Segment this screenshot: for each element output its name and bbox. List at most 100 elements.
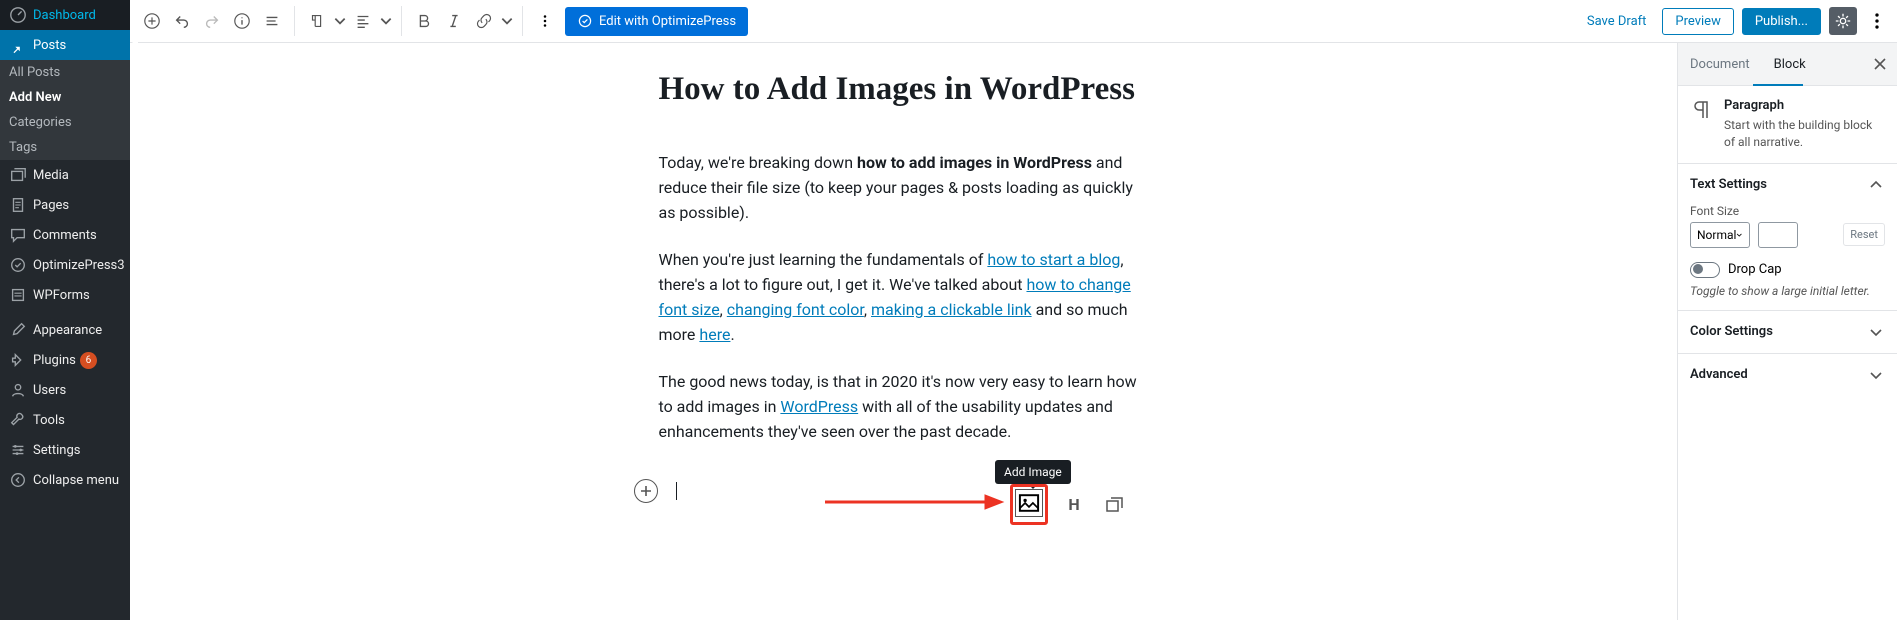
chevron-down-icon bbox=[1867, 323, 1885, 341]
outline-button[interactable] bbox=[258, 7, 286, 35]
sidebar-item-appearance[interactable]: Appearance bbox=[0, 315, 130, 345]
undo-button[interactable] bbox=[168, 7, 196, 35]
advanced-toggle[interactable]: Advanced bbox=[1690, 366, 1885, 384]
preview-button[interactable]: Preview bbox=[1662, 8, 1733, 35]
save-draft-button[interactable]: Save Draft bbox=[1579, 8, 1655, 35]
italic-button[interactable] bbox=[440, 7, 468, 35]
text-settings-section: Text Settings Font Size Normal Reset bbox=[1678, 164, 1897, 311]
sidebar-item-plugins[interactable]: Plugins6 bbox=[0, 345, 130, 375]
sidebar-label: Posts bbox=[33, 38, 66, 53]
sidebar-item-wpforms[interactable]: WPForms bbox=[0, 280, 130, 310]
chevron-down-icon[interactable] bbox=[500, 7, 514, 35]
heading-block-button[interactable]: H bbox=[1060, 491, 1088, 519]
sidebar-item-settings[interactable]: Settings bbox=[0, 435, 130, 465]
insert-block-button[interactable] bbox=[634, 479, 658, 503]
chevron-down-icon bbox=[1867, 366, 1885, 384]
paragraph-block[interactable]: When you're just learning the fundamenta… bbox=[659, 248, 1149, 348]
optimizepress-icon bbox=[577, 13, 593, 29]
sidebar-label: Users bbox=[33, 383, 66, 398]
content-link[interactable]: here bbox=[699, 325, 730, 344]
block-type-button[interactable] bbox=[303, 7, 331, 35]
sidebar-label: OptimizePress3 bbox=[33, 258, 125, 273]
admin-sidebar: Dashboard Posts All Posts Add New Catego… bbox=[0, 0, 130, 620]
image-block-button[interactable] bbox=[1015, 489, 1043, 517]
block-info: Paragraph Start with the building block … bbox=[1678, 86, 1897, 164]
font-size-select[interactable]: Normal bbox=[1690, 222, 1750, 248]
sidebar-submenu-posts: All Posts Add New Categories Tags bbox=[0, 60, 130, 160]
gallery-block-button[interactable] bbox=[1100, 491, 1128, 519]
sidebar-item-dashboard[interactable]: Dashboard bbox=[0, 0, 130, 30]
editor-canvas[interactable]: How to Add Images in WordPress Today, we… bbox=[130, 43, 1677, 620]
link-button[interactable] bbox=[470, 7, 498, 35]
sidebar-label: Dashboard bbox=[33, 8, 96, 23]
color-settings-section: Color Settings bbox=[1678, 311, 1897, 354]
sidebar-collapse-menu[interactable]: Collapse menu bbox=[0, 465, 130, 495]
bold-button[interactable] bbox=[410, 7, 438, 35]
reset-button[interactable]: Reset bbox=[1843, 223, 1885, 246]
drop-cap-toggle[interactable] bbox=[1690, 262, 1720, 278]
chevron-up-icon bbox=[1867, 176, 1885, 194]
sidebar-label: Pages bbox=[33, 198, 69, 213]
gear-icon bbox=[1834, 12, 1852, 30]
paragraph-block[interactable]: Today, we're breaking down how to add im… bbox=[659, 151, 1149, 226]
drop-cap-label: Drop Cap bbox=[1728, 262, 1782, 277]
paragraph-icon bbox=[1690, 98, 1712, 120]
more-menu-button[interactable] bbox=[1865, 7, 1889, 35]
sidebar-item-comments[interactable]: Comments bbox=[0, 220, 130, 250]
post-title[interactable]: How to Add Images in WordPress bbox=[659, 68, 1149, 111]
wpforms-icon bbox=[9, 286, 27, 304]
annotation-highlight bbox=[1010, 484, 1048, 525]
sliders-icon bbox=[9, 441, 27, 459]
content-link[interactable]: making a clickable link bbox=[871, 300, 1032, 319]
close-icon bbox=[1873, 57, 1887, 71]
sidebar-item-pages[interactable]: Pages bbox=[0, 190, 130, 220]
editor-toolbar: Edit with OptimizePress Save Draft Previ… bbox=[130, 0, 1897, 43]
sidebar-sub-add-new[interactable]: Add New bbox=[9, 85, 130, 110]
pin-icon bbox=[9, 36, 27, 54]
tab-block[interactable]: Block bbox=[1762, 43, 1818, 85]
sidebar-sub-tags[interactable]: Tags bbox=[9, 135, 130, 160]
chevron-down-icon[interactable] bbox=[333, 7, 347, 35]
settings-button[interactable] bbox=[1829, 7, 1857, 35]
sidebar-item-tools[interactable]: Tools bbox=[0, 405, 130, 435]
panel-tabs: Document Block bbox=[1678, 43, 1897, 86]
settings-panel: Document Block Paragraph Start with the … bbox=[1677, 43, 1897, 620]
sidebar-sub-categories[interactable]: Categories bbox=[9, 110, 130, 135]
sidebar-label: Plugins bbox=[33, 353, 76, 368]
more-options-button[interactable] bbox=[531, 7, 559, 35]
main-area: Edit with OptimizePress Save Draft Previ… bbox=[130, 0, 1897, 620]
comment-icon bbox=[9, 226, 27, 244]
font-size-label: Font Size bbox=[1690, 204, 1885, 218]
paragraph-block[interactable]: The good news today, is that in 2020 it'… bbox=[659, 370, 1149, 445]
sidebar-label: Media bbox=[33, 168, 69, 183]
sidebar-label: WPForms bbox=[33, 288, 90, 303]
redo-button[interactable] bbox=[198, 7, 226, 35]
sidebar-item-users[interactable]: Users bbox=[0, 375, 130, 405]
font-size-input[interactable] bbox=[1758, 222, 1798, 248]
content-link[interactable]: WordPress bbox=[780, 397, 858, 416]
align-button[interactable] bbox=[349, 7, 377, 35]
content-link[interactable]: how to start a blog bbox=[987, 250, 1120, 269]
sidebar-sub-all-posts[interactable]: All Posts bbox=[9, 60, 130, 85]
sidebar-item-optimizepress[interactable]: OptimizePress3 bbox=[0, 250, 130, 280]
block-type-title: Paragraph bbox=[1724, 98, 1885, 113]
chevron-down-icon[interactable] bbox=[379, 7, 393, 35]
sidebar-item-posts[interactable]: Posts bbox=[0, 30, 130, 60]
info-button[interactable] bbox=[228, 7, 256, 35]
user-icon bbox=[9, 381, 27, 399]
wrench-icon bbox=[9, 411, 27, 429]
tab-document[interactable]: Document bbox=[1678, 43, 1762, 85]
sidebar-label: Appearance bbox=[33, 323, 102, 338]
block-type-desc: Start with the building block of all nar… bbox=[1724, 117, 1885, 151]
drop-cap-hint: Toggle to show a large initial letter. bbox=[1690, 284, 1885, 298]
close-panel-button[interactable] bbox=[1863, 43, 1897, 85]
edit-with-optimizepress-button[interactable]: Edit with OptimizePress bbox=[565, 7, 748, 36]
add-block-button[interactable] bbox=[138, 7, 166, 35]
text-cursor bbox=[676, 482, 677, 500]
sidebar-item-media[interactable]: Media bbox=[0, 160, 130, 190]
color-settings-toggle[interactable]: Color Settings bbox=[1690, 323, 1885, 341]
content-link[interactable]: changing font color bbox=[727, 300, 864, 319]
brush-icon bbox=[9, 321, 27, 339]
text-settings-toggle[interactable]: Text Settings bbox=[1690, 176, 1885, 194]
publish-button[interactable]: Publish... bbox=[1742, 8, 1821, 35]
